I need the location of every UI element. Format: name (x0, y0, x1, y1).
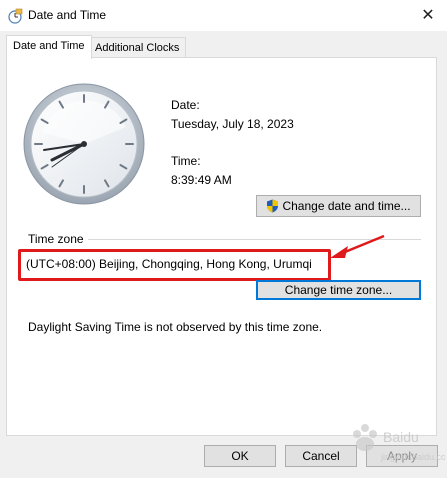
timezone-value: (UTC+08:00) Beijing, Chongqing, Hong Kon… (26, 257, 312, 271)
change-date-time-button[interactable]: Change date and time... (256, 195, 421, 217)
ok-button[interactable]: OK (204, 445, 276, 467)
time-value: 8:39:49 AM (171, 173, 232, 187)
watermark-text: Baidu (383, 429, 419, 445)
tab-date-and-time[interactable]: Date and Time (6, 35, 92, 59)
watermark-subtext: jingyan.baidu.com (380, 452, 445, 462)
change-time-zone-button[interactable]: Change time zone... (256, 280, 421, 300)
date-value: Tuesday, July 18, 2023 (171, 117, 294, 131)
change-date-time-label: Change date and time... (282, 199, 411, 213)
title-bar: Date and Time ✕ (0, 0, 447, 31)
time-label: Time: (171, 154, 201, 168)
analog-clock-icon (23, 83, 145, 205)
date-label: Date: (171, 98, 200, 112)
dst-note: Daylight Saving Time is not observed by … (28, 320, 323, 334)
window-title: Date and Time (28, 8, 107, 22)
time-zone-section-label: Time zone (28, 232, 84, 246)
close-button[interactable]: ✕ (409, 0, 447, 31)
red-arrow-icon (330, 234, 385, 258)
uac-shield-icon (267, 199, 279, 213)
baidu-watermark-logo: Baidu jingyan.baidu.com (353, 424, 445, 462)
tab-additional-clocks[interactable]: Additional Clocks (88, 37, 187, 58)
date-time-app-icon (8, 8, 23, 24)
